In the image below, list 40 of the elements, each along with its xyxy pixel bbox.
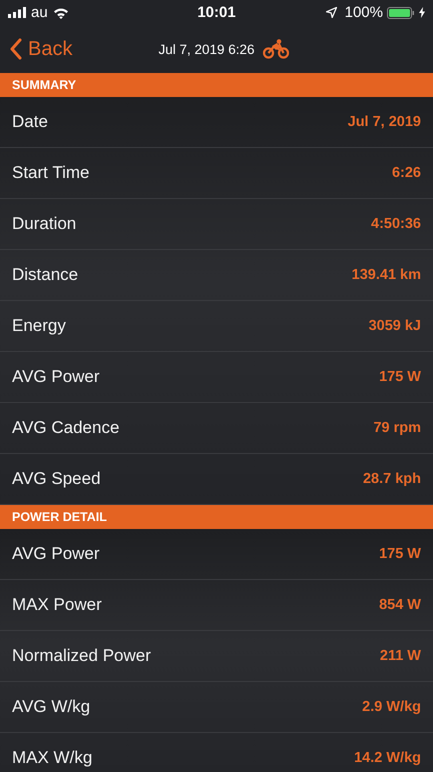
section-header: POWER DETAIL xyxy=(0,505,433,529)
cyclist-icon xyxy=(262,39,289,59)
back-button[interactable]: Back xyxy=(0,36,78,62)
row-label: AVG Power xyxy=(12,367,100,387)
row-label: AVG Power xyxy=(12,544,100,564)
section-header: SUMMARY xyxy=(0,73,433,97)
chevron-left-icon xyxy=(10,38,22,60)
ride-title: Jul 7, 2019 6:26 xyxy=(158,42,255,56)
row-label: MAX W/kg xyxy=(12,748,92,768)
row-value: 28.7 kph xyxy=(362,471,421,487)
row-value: 2.9 W/kg xyxy=(362,699,421,715)
row-label: Energy xyxy=(12,316,66,336)
row-label: Start Time xyxy=(12,163,90,183)
row-label: AVG Cadence xyxy=(12,418,120,438)
carrier-name: au xyxy=(31,4,48,21)
row-value: Jul 7, 2019 xyxy=(348,114,421,130)
row-label: MAX Power xyxy=(12,595,102,615)
row-value: 6:26 xyxy=(392,165,421,181)
row-value: 175 W xyxy=(379,546,421,562)
row-value: 4:50:36 xyxy=(371,216,421,232)
row-value: 14.2 W/kg xyxy=(354,750,421,766)
battery-percent: 100% xyxy=(344,4,383,21)
row-label: Distance xyxy=(12,265,78,285)
row-label: Duration xyxy=(12,214,76,234)
row-label: AVG W/kg xyxy=(12,697,90,717)
location-icon xyxy=(326,7,337,18)
row-label: AVG Speed xyxy=(12,469,101,489)
row-value: 79 rpm xyxy=(373,420,421,436)
row-value: 211 W xyxy=(380,648,421,664)
wifi-icon xyxy=(52,6,69,18)
row-label: Date xyxy=(12,112,48,132)
battery-icon xyxy=(387,6,415,18)
row-value: 3059 kJ xyxy=(368,318,421,334)
clock-time: 10:01 xyxy=(197,4,236,21)
row-value: 139.41 km xyxy=(352,267,421,283)
row-label: Normalized Power xyxy=(12,646,151,666)
charging-icon xyxy=(419,7,425,18)
row-value: 854 W xyxy=(379,597,421,613)
row-value: 175 W xyxy=(379,369,421,385)
signal-icon xyxy=(8,7,26,18)
